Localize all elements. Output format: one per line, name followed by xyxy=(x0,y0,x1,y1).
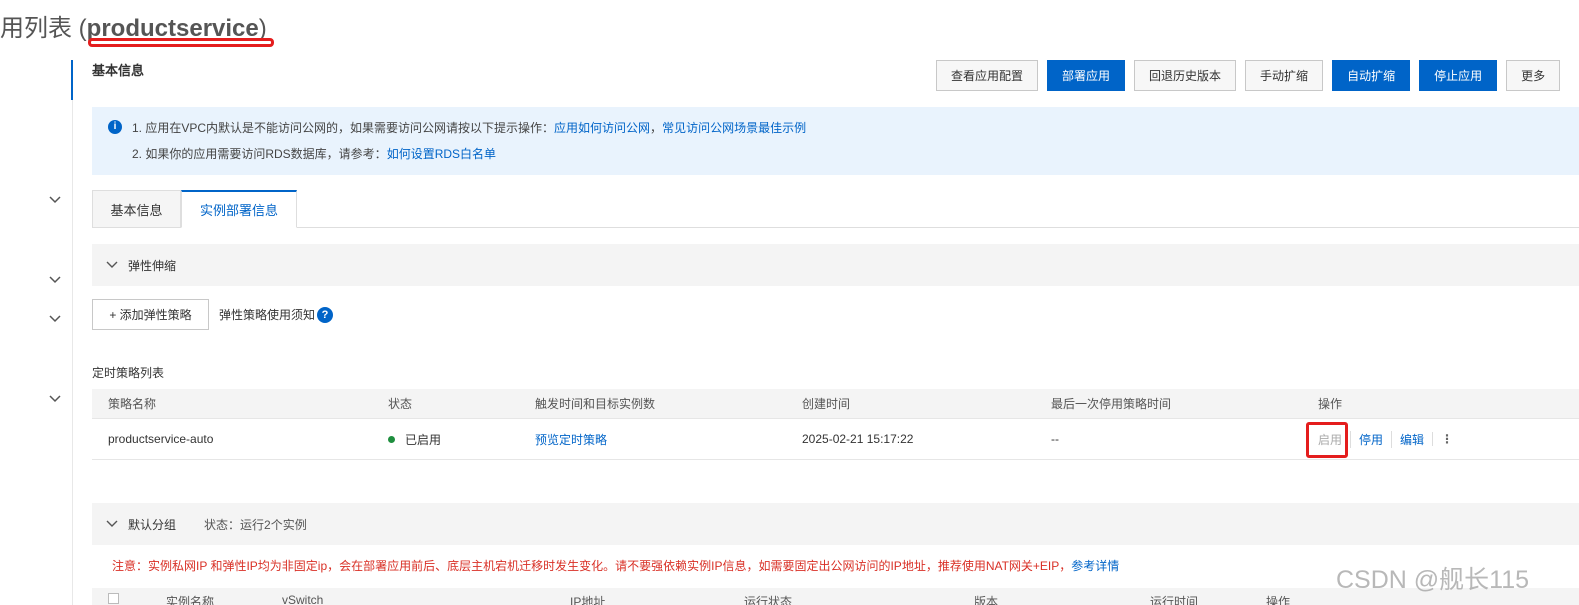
rds-whitelist-link[interactable]: 如何设置RDS白名单 xyxy=(387,147,496,161)
notice-line-2: 2. 如果你的应用需要访问RDS数据库，请参考：如何设置RDS白名单 xyxy=(132,145,496,162)
info-icon: i xyxy=(108,120,122,134)
column-header: 运行时间 xyxy=(1150,595,1199,605)
chevron-down-icon xyxy=(106,258,118,273)
best-practice-link[interactable]: 常见访问公网场景最佳示例 xyxy=(662,121,806,135)
elastic-policy-help-label: 弹性策略使用须知 xyxy=(219,308,316,322)
schedule-policy-list-title: 定时策略列表 xyxy=(92,366,165,380)
section-title: 基本信息 xyxy=(92,63,145,78)
column-header: 操作 xyxy=(1318,397,1343,411)
add-elastic-policy-button[interactable]: + 添加弹性策略 xyxy=(92,299,209,330)
chevron-down-icon[interactable] xyxy=(48,311,62,325)
table-header: 策略名称 状态 触发时间和目标实例数 创建时间 最后一次停用策略时间 操作 xyxy=(92,389,1579,419)
policy-status-label: 已启用 xyxy=(405,432,442,447)
more-vertical-icon[interactable]: ⋮ xyxy=(1432,432,1461,446)
policy-table: 策略名称 状态 触发时间和目标实例数 创建时间 最后一次停用策略时间 操作 pr… xyxy=(92,389,1579,460)
status-dot-icon xyxy=(388,435,395,443)
policy-status: 已启用 xyxy=(388,419,441,459)
auto-scale-button[interactable]: 自动扩缩 xyxy=(1332,60,1411,91)
tab-basic-info[interactable]: 基本信息 xyxy=(92,190,181,228)
column-header: 运行状态 xyxy=(744,595,793,605)
policy-last-disabled-time: -- xyxy=(1051,432,1059,446)
notice-line-2-text: 2. 如果你的应用需要访问RDS数据库，请参考： xyxy=(132,147,387,161)
ip-warning: 注意：实例私网IP 和弹性IP均为非固定ip，会在部署应用前后、底层主机宕机迁移… xyxy=(112,557,1119,574)
select-all-checkbox[interactable] xyxy=(108,588,120,605)
notice-line-1-text: 1. 应用在VPC内默认是不能访问公网的，如果需要访问公网请按以下提示操作： xyxy=(132,121,555,135)
chevron-down-icon[interactable] xyxy=(48,272,62,286)
column-header: 最后一次停用策略时间 xyxy=(1051,397,1172,411)
app-name-highlight xyxy=(88,38,274,47)
rollback-button[interactable]: 回退历史版本 xyxy=(1134,60,1237,91)
question-icon[interactable]: ? xyxy=(317,306,334,323)
column-header: 操作 xyxy=(1266,595,1291,605)
table-row: productservice-auto 已启用 预览定时策略 2025-02-2… xyxy=(92,419,1579,460)
left-rail-divider xyxy=(72,100,73,605)
ip-warning-text: 注意：实例私网IP 和弹性IP均为非固定ip，会在部署应用前后、底层主机宕机迁移… xyxy=(112,559,1072,573)
more-button[interactable]: 更多 xyxy=(1506,60,1561,91)
column-header: 状态 xyxy=(388,397,413,411)
chevron-down-icon[interactable] xyxy=(48,391,62,405)
column-header: 创建时间 xyxy=(802,397,851,411)
watermark: CSDN @舰长115 xyxy=(1336,566,1530,594)
policy-name: productservice-auto xyxy=(108,432,214,446)
tab-bar: 基本信息 实例部署信息 xyxy=(92,190,1579,228)
deploy-button[interactable]: 部署应用 xyxy=(1047,60,1126,91)
notice-separator: ， xyxy=(650,121,663,135)
default-group-title: 默认分组 xyxy=(128,517,177,532)
public-access-link[interactable]: 应用如何访问公网 xyxy=(554,121,650,135)
page-title-prefix: 用列表 ( xyxy=(0,15,87,42)
default-group-status: 状态：运行2个实例 xyxy=(204,517,307,532)
toolbar: 查看应用配置 部署应用 回退历史版本 手动扩缩 自动扩缩 停止应用 更多 xyxy=(936,60,1561,91)
preview-schedule-link[interactable]: 预览定时策略 xyxy=(535,419,607,459)
left-rail xyxy=(0,55,72,605)
tab-instance-deploy-info[interactable]: 实例部署信息 xyxy=(181,190,297,228)
column-header: 版本 xyxy=(974,595,999,605)
edit-action[interactable]: 编辑 xyxy=(1391,430,1432,448)
reference-details-link[interactable]: 参考详情 xyxy=(1071,559,1119,573)
enable-action-highlight xyxy=(1306,422,1348,458)
info-notice: i 1. 应用在VPC内默认是不能访问公网的，如果需要访问公网请按以下提示操作：… xyxy=(92,107,1579,175)
column-header: vSwitch xyxy=(282,593,324,605)
notice-line-1: 1. 应用在VPC内默认是不能访问公网的，如果需要访问公网请按以下提示操作：应用… xyxy=(132,119,806,136)
left-rail-active-indicator xyxy=(71,60,73,100)
elastic-scaling-header[interactable]: 弹性伸缩 xyxy=(92,244,1579,286)
column-header: 触发时间和目标实例数 xyxy=(535,397,656,411)
disable-action[interactable]: 停用 xyxy=(1350,430,1391,448)
policy-created-time: 2025-02-21 15:17:22 xyxy=(802,432,914,446)
column-header: IP地址 xyxy=(570,595,606,605)
chevron-down-icon xyxy=(106,517,118,532)
chevron-down-icon[interactable] xyxy=(48,192,62,206)
stop-app-button[interactable]: 停止应用 xyxy=(1419,60,1498,91)
elastic-scaling-title: 弹性伸缩 xyxy=(128,258,177,273)
column-header: 实例名称 xyxy=(166,595,215,605)
view-config-button[interactable]: 查看应用配置 xyxy=(936,60,1039,91)
manual-scale-button[interactable]: 手动扩缩 xyxy=(1245,60,1324,91)
default-group-header[interactable]: 默认分组 状态：运行2个实例 xyxy=(92,503,1579,545)
elastic-policy-help[interactable]: 弹性策略使用须知 ? xyxy=(219,306,334,323)
column-header: 策略名称 xyxy=(108,397,157,411)
